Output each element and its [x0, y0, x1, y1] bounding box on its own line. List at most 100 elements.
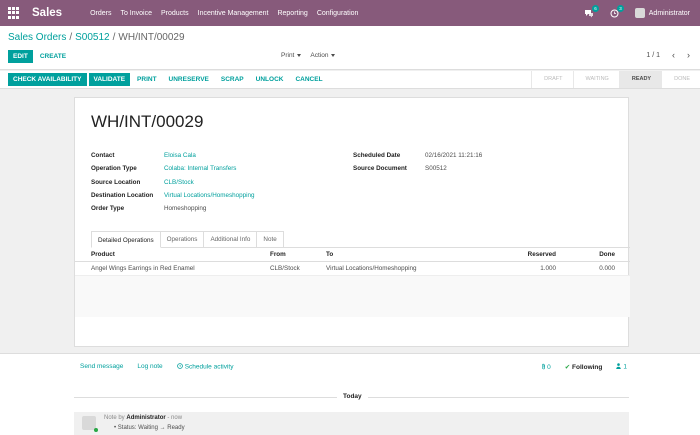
column-done[interactable]: Done [556, 251, 615, 258]
stage-ready: READY [618, 71, 662, 88]
stage-draft: DRAFT [531, 71, 572, 88]
user-icon [616, 363, 622, 369]
pager-value[interactable]: 1 / 1 [646, 52, 660, 59]
log-note-button[interactable]: Log note [137, 363, 162, 371]
column-to[interactable]: To [326, 251, 472, 258]
detailed-operations-table: Product From To Reserved Done Angel Wing… [75, 248, 630, 317]
cell-done: 0.000 [599, 265, 615, 272]
scheduled-date-value: 02/16/2021 11:21:16 [425, 152, 483, 160]
tab-operations[interactable]: Operations [159, 231, 205, 247]
online-status-icon [94, 428, 98, 432]
activities-badge: 3 [617, 4, 624, 12]
chatter-message: Note by Administrator - now • Status: Wa… [74, 412, 629, 435]
action-buttons: CHECK AVAILABILITY VALIDATE PRINT UNRESE… [8, 73, 328, 86]
chevron-left-icon[interactable]: ‹ [672, 50, 675, 60]
chevron-right-icon[interactable]: › [687, 50, 690, 60]
tab-detailed-operations[interactable]: Detailed Operations [91, 231, 161, 248]
user-avatar [634, 8, 645, 18]
operation-type-value[interactable]: Colaba: Internal Transfers [164, 165, 236, 172]
chatter-actions: Send message Log note Schedule activity [80, 363, 233, 371]
paperclip-icon [542, 363, 545, 370]
sidebar-dropdowns: Print Action [281, 52, 336, 59]
cell-to: Virtual Locations/Homeshopping [326, 265, 417, 272]
action-dropdown[interactable]: Action [310, 52, 336, 59]
menu-orders[interactable]: Orders [90, 10, 111, 17]
main-menu: Orders To Invoice Products Incentive Man… [90, 10, 358, 17]
date-separator: Today [337, 393, 368, 400]
source-location-label: Source Location [91, 178, 141, 186]
check-availability-button[interactable]: CHECK AVAILABILITY [8, 73, 87, 86]
notebook-tabs: Detailed Operations Operations Additiona… [91, 231, 630, 248]
tab-additional-info[interactable]: Additional Info [203, 231, 258, 247]
form-sheet: WH/INT/00029 Contact Eloisa Cala Operatio… [74, 97, 630, 347]
message-time: - now [167, 415, 183, 421]
top-navbar: Sales Orders To Invoice Products Incenti… [0, 0, 700, 26]
chatter: Send message Log note Schedule activity … [0, 353, 700, 435]
record-title: WH/INT/00029 [91, 112, 204, 131]
field-row-source-document: Source Document S00512 [353, 162, 482, 175]
chatter-topbar-right: 0 ✔ Following 1 [541, 363, 627, 371]
menu-to-invoice[interactable]: To Invoice [120, 10, 152, 17]
field-row-operation-type: Operation Type Colaba: Internal Transfers [91, 162, 255, 175]
message-author[interactable]: Administrator [126, 415, 165, 421]
field-row-contact: Contact Eloisa Cala [91, 149, 255, 162]
print-button[interactable]: PRINT [132, 73, 162, 86]
scheduled-date-label: Scheduled Date [353, 152, 401, 160]
unreserve-button[interactable]: UNRESERVE [164, 73, 214, 86]
field-row-order-type: Order Type Homeshopping [91, 202, 255, 215]
menu-products[interactable]: Products [161, 10, 189, 17]
table-row[interactable]: Angel Wings Earrings in Red Enamel CLB/S… [75, 262, 630, 275]
form-statusbar: CHECK AVAILABILITY VALIDATE PRINT UNRESE… [0, 71, 700, 89]
message-body: • Status: Waiting → Ready [114, 425, 185, 431]
destination-location-value[interactable]: Virtual Locations/Homeshopping [164, 192, 255, 199]
operation-type-label: Operation Type [91, 165, 137, 173]
order-type-label: Order Type [91, 205, 125, 213]
caret-down-icon [331, 53, 336, 57]
user-menu[interactable]: Administrator [634, 8, 690, 18]
table-header: Product From To Reserved Done [75, 248, 630, 262]
validate-button[interactable]: VALIDATE [88, 73, 131, 86]
contact-label: Contact [91, 152, 115, 160]
breadcrumb-sale-order[interactable]: S00512 [75, 32, 109, 43]
schedule-activity-button[interactable]: Schedule activity [176, 363, 233, 371]
app-name[interactable]: Sales [32, 7, 62, 19]
caret-down-icon [297, 53, 302, 57]
systray: 6 3 Administrator [584, 0, 690, 26]
column-from[interactable]: From [270, 251, 326, 258]
menu-reporting[interactable]: Reporting [277, 10, 307, 17]
cancel-button[interactable]: CANCEL [290, 73, 327, 86]
send-message-button[interactable]: Send message [80, 363, 123, 371]
stage-waiting: WAITING [572, 71, 619, 88]
breadcrumb-sales-orders[interactable]: Sales Orders [8, 32, 66, 43]
following-button[interactable]: ✔ Following [565, 363, 603, 371]
followers-button[interactable]: 1 [616, 363, 627, 371]
contact-value[interactable]: Eloisa Cala [164, 152, 196, 159]
left-field-group: Contact Eloisa Cala Operation Type Colaba:… [91, 149, 255, 215]
messaging-menu[interactable]: 6 [584, 4, 599, 18]
column-product[interactable]: Product [75, 251, 270, 258]
message-header: Note by Administrator - now [104, 415, 183, 421]
edit-button[interactable]: EDIT [8, 50, 33, 63]
form-buttons: EDIT CREATE [8, 50, 71, 63]
create-button[interactable]: CREATE [35, 50, 71, 63]
breadcrumb: Sales Orders / S00512/WH/INT/00029 [8, 32, 185, 43]
user-name: Administrator [648, 9, 690, 17]
table-empty-area [75, 275, 630, 317]
activity-menu[interactable]: 3 [610, 4, 624, 18]
source-location-value[interactable]: CLB/Stock [164, 179, 194, 186]
order-type-value: Homeshopping [164, 205, 207, 213]
field-row-scheduled-date: Scheduled Date 02/16/2021 11:21:16 [353, 149, 482, 162]
menu-configuration[interactable]: Configuration [317, 10, 359, 17]
tab-note[interactable]: Note [256, 231, 284, 247]
unlock-button[interactable]: UNLOCK [251, 73, 289, 86]
right-field-group: Scheduled Date 02/16/2021 11:21:16 Source… [353, 149, 482, 176]
cell-from: CLB/Stock [270, 265, 300, 272]
print-dropdown[interactable]: Print [281, 52, 302, 59]
menu-incentive-management[interactable]: Incentive Management [198, 10, 269, 17]
attachments-button[interactable]: 0 [541, 363, 551, 371]
cell-reserved: 1.000 [540, 265, 556, 272]
apps-menu-icon[interactable] [8, 7, 20, 19]
scrap-button[interactable]: SCRAP [216, 73, 249, 86]
column-reserved[interactable]: Reserved [472, 251, 556, 258]
status-stages: DRAFT WAITING READY DONE [531, 71, 700, 88]
